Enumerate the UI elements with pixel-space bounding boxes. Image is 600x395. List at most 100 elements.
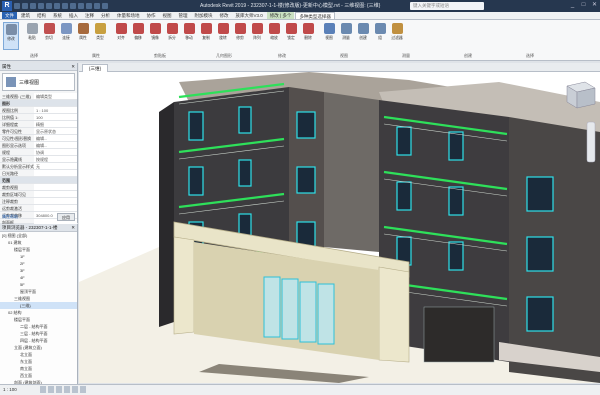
- 3d-view-icon[interactable]: [78, 3, 84, 9]
- ribbon-tab[interactable]: 注释: [82, 12, 97, 19]
- thin-lines-icon[interactable]: [94, 3, 100, 9]
- property-value[interactable]: 按规程: [34, 156, 77, 162]
- revit-logo-icon[interactable]: R: [2, 1, 12, 11]
- maximize-icon[interactable]: □: [580, 1, 587, 9]
- viewcube[interactable]: [566, 81, 596, 109]
- property-value[interactable]: 1 : 100: [34, 107, 77, 113]
- ribbon-tab[interactable]: 多种类型选择器: [295, 12, 335, 19]
- temporary-hide-icon[interactable]: [80, 386, 86, 393]
- ribbon-tab[interactable]: 族库大师V3.0: [233, 12, 266, 19]
- property-value[interactable]: 显示原状态: [34, 128, 77, 134]
- measure-icon[interactable]: [62, 3, 68, 9]
- property-value[interactable]: 精细: [34, 121, 77, 127]
- view-scale[interactable]: 1 : 100: [3, 387, 17, 392]
- property-value[interactable]: 编辑...: [34, 142, 77, 148]
- sync-icon[interactable]: [30, 3, 36, 9]
- shadows-icon[interactable]: [64, 386, 70, 393]
- browser-tree-item[interactable]: 楼层平面: [0, 246, 77, 253]
- browser-tree-item[interactable]: 3F: [0, 267, 77, 274]
- browser-tree-item[interactable]: 南立面: [0, 365, 77, 372]
- ribbon-button[interactable]: 删除: [300, 22, 316, 50]
- ribbon-button[interactable]: 锁定: [283, 22, 299, 50]
- property-value[interactable]: 无: [34, 163, 77, 169]
- navigation-bar[interactable]: [586, 121, 596, 163]
- ribbon-button[interactable]: 连接: [58, 22, 74, 50]
- browser-tree-item[interactable]: 1F: [0, 253, 77, 260]
- ribbon-tab[interactable]: 文件: [2, 12, 17, 19]
- edit-type-button[interactable]: 编辑类型: [34, 93, 77, 99]
- ribbon-button[interactable]: 对齐: [113, 22, 129, 50]
- close-icon[interactable]: ✕: [71, 224, 75, 232]
- property-value[interactable]: [34, 205, 77, 211]
- property-value[interactable]: [34, 198, 77, 204]
- browser-tree-item[interactable]: 楼层平面: [0, 316, 77, 323]
- ribbon-button[interactable]: 偏移: [130, 22, 146, 50]
- browser-tree-item[interactable]: 2F: [0, 260, 77, 267]
- browser-tree-item[interactable]: 北立面: [0, 351, 77, 358]
- ribbon-button[interactable]: 测量: [338, 22, 354, 50]
- ribbon-tab[interactable]: 体量和场地: [114, 12, 143, 19]
- ribbon-button[interactable]: 组: [372, 22, 388, 50]
- ribbon-tab[interactable]: 建筑: [18, 12, 33, 19]
- ribbon-tab[interactable]: 协作: [144, 12, 159, 19]
- browser-tree-item[interactable]: 二层 - 结构平面: [0, 323, 77, 330]
- ribbon-button[interactable]: 修改: [3, 22, 19, 50]
- browser-tree-item[interactable]: 西立面: [0, 372, 77, 379]
- browser-tree-item[interactable]: [0] 视图 (全部): [0, 232, 77, 239]
- browser-tree-item[interactable]: 东立面: [0, 358, 77, 365]
- ribbon-button[interactable]: 修剪: [232, 22, 248, 50]
- search-input[interactable]: 键入关键字或短语: [410, 2, 484, 10]
- text-icon[interactable]: [70, 3, 76, 9]
- browser-tree-item[interactable]: 三层 - 结构平面: [0, 330, 77, 337]
- ribbon-tab[interactable]: 分析: [98, 12, 113, 19]
- property-value[interactable]: [34, 170, 77, 176]
- browser-tree-item[interactable]: 01 建筑: [0, 239, 77, 246]
- browser-tree-item[interactable]: 02 结构: [0, 309, 77, 316]
- ribbon-button[interactable]: 过滤器: [389, 22, 405, 50]
- ribbon-tab[interactable]: 视图: [160, 12, 175, 19]
- property-value[interactable]: [34, 191, 77, 197]
- browser-tree-item[interactable]: 4F: [0, 274, 77, 281]
- ribbon-button[interactable]: 阵列: [249, 22, 265, 50]
- type-selector[interactable]: 三维视图: [2, 73, 75, 91]
- ribbon-button[interactable]: 旋转: [215, 22, 231, 50]
- ribbon-button[interactable]: 类型: [92, 22, 108, 50]
- ribbon-tab[interactable]: 修改: [217, 12, 232, 19]
- sun-path-icon[interactable]: [56, 386, 62, 393]
- close-icon[interactable]: ✕: [591, 1, 598, 9]
- close-icon[interactable]: ✕: [71, 63, 75, 71]
- ribbon-button[interactable]: 移动: [181, 22, 197, 50]
- property-value[interactable]: 编辑...: [34, 135, 77, 141]
- property-value[interactable]: 100: [34, 114, 77, 120]
- ribbon-tab[interactable]: 附加模块: [192, 12, 216, 19]
- crop-view-icon[interactable]: [72, 386, 78, 393]
- ribbon-tab[interactable]: 系统: [50, 12, 65, 19]
- browser-tree-item[interactable]: 四层 - 结构平面: [0, 337, 77, 344]
- ribbon-button[interactable]: 镜像: [147, 22, 163, 50]
- redo-icon[interactable]: [46, 3, 52, 9]
- ribbon-tab[interactable]: 结构: [34, 12, 49, 19]
- ribbon-button[interactable]: 粘贴: [24, 22, 40, 50]
- section-icon[interactable]: [86, 3, 92, 9]
- browser-tree-item[interactable]: 立面 (建筑立面): [0, 344, 77, 351]
- ribbon-tab[interactable]: 插入: [66, 12, 81, 19]
- browser-tree-item[interactable]: 三维视图: [0, 295, 77, 302]
- save-icon[interactable]: [22, 3, 28, 9]
- building-model-view[interactable]: [79, 72, 600, 383]
- 3d-viewport[interactable]: {三维}: [79, 63, 600, 383]
- property-value[interactable]: 协调: [34, 149, 77, 155]
- browser-tree-item[interactable]: {三维}: [0, 302, 77, 309]
- detail-level-icon[interactable]: [40, 386, 46, 393]
- minimize-icon[interactable]: _: [569, 1, 576, 9]
- instance-selector[interactable]: 三维视图: {三维}: [0, 93, 34, 99]
- ribbon-button[interactable]: 缩放: [266, 22, 282, 50]
- ribbon-tab[interactable]: 管理: [176, 12, 191, 19]
- ribbon-button[interactable]: 视图: [321, 22, 337, 50]
- property-value[interactable]: [34, 184, 77, 190]
- browser-tree-item[interactable]: 屋顶平面: [0, 288, 77, 295]
- view-tab[interactable]: {三维}: [82, 64, 109, 72]
- undo-icon[interactable]: [38, 3, 44, 9]
- properties-help-link[interactable]: 属性帮助: [2, 213, 18, 221]
- visual-style-icon[interactable]: [48, 386, 54, 393]
- ribbon-tab[interactable]: 修改 | 多个: [266, 12, 295, 19]
